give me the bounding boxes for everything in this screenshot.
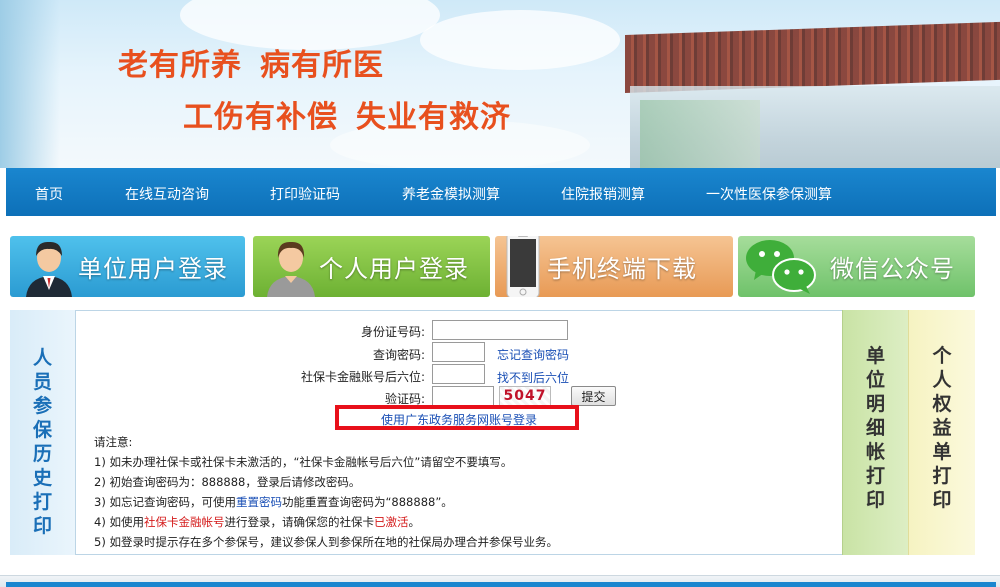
notice-text: 功能重置查询密码为“888888”。 <box>281 495 453 509</box>
query-password-input[interactable] <box>432 342 485 362</box>
user-avatar-casual-icon <box>267 241 315 297</box>
side-char: 保 <box>32 419 52 441</box>
notice-text: 进行登录，请确保您的社保卡 <box>224 515 374 529</box>
side-char: 个 <box>932 345 952 367</box>
side-char: 位 <box>865 369 885 391</box>
card-digits-input[interactable] <box>432 364 485 384</box>
mobile-phone-icon <box>506 236 540 297</box>
id-number-label: 身份证号码: <box>360 325 425 339</box>
side-char: 明 <box>865 393 885 415</box>
notice-title: 请注意: <box>94 435 133 449</box>
side-button-history-print[interactable]: 人 员 参 保 历 史 打 印 <box>10 310 76 555</box>
nav-item-print-code[interactable]: 打印验证码 <box>270 184 340 204</box>
banner-left-fade <box>0 0 60 168</box>
main-nav: 首页 在线互动咨询 打印验证码 养老金模拟测算 住院报销测算 一次性医保参保测算 <box>6 168 996 216</box>
user-avatar-suit-icon <box>26 241 72 297</box>
side-char: 帐 <box>865 441 885 463</box>
side-label: 个 人 权 益 单 打 印 <box>909 344 975 512</box>
side-char: 权 <box>932 393 952 415</box>
tile-label: 单位用户登录 <box>78 255 228 283</box>
side-char: 人 <box>32 347 52 369</box>
card-digits-label: 社保卡金融账号后六位: <box>300 370 425 384</box>
nav-item-online-consult[interactable]: 在线互动咨询 <box>125 184 209 204</box>
side-char: 印 <box>932 489 952 511</box>
highlight-box <box>335 405 579 430</box>
side-char: 印 <box>32 515 52 537</box>
notice-text: 4) 如使用 <box>94 515 144 529</box>
banner-cloud <box>420 10 620 70</box>
notice-highlight: 社保卡金融帐号 <box>143 515 225 529</box>
side-char: 员 <box>32 371 52 393</box>
side-char: 人 <box>932 369 952 391</box>
slogan-line-2: 工伤有补偿 失业有救济 <box>183 92 511 136</box>
nav-item-hospital-calc[interactable]: 住院报销测算 <box>561 184 645 204</box>
banner-hall-photo-detail <box>640 100 760 168</box>
side-char: 单 <box>932 441 952 463</box>
tile-label: 微信公众号 <box>830 255 955 283</box>
slogan-text: 病有所医 <box>260 48 384 83</box>
side-char: 打 <box>932 465 952 487</box>
tile-wechat[interactable]: 微信公众号 <box>738 236 975 297</box>
side-char: 打 <box>865 465 885 487</box>
tile-mobile-download[interactable]: 手机终端下载 <box>495 236 733 297</box>
notice-item: 3) 如忘记查询密码，可使用重置密码功能重置查询密码为“888888”。 <box>94 492 558 512</box>
nav-item-medical-calc[interactable]: 一次性医保参保测算 <box>706 184 832 204</box>
slogan-text: 失业有救济 <box>356 100 511 135</box>
side-button-personal-rights-print[interactable]: 个 人 权 益 单 打 印 <box>908 310 975 555</box>
reset-password-link[interactable]: 重置密码 <box>236 495 282 509</box>
slogan-text: 老有所养 <box>118 48 242 83</box>
id-number-input[interactable] <box>432 320 568 340</box>
captcha-image[interactable]: 5047 <box>499 386 551 406</box>
slogan-line-1: 老有所养 病有所医 <box>118 40 384 84</box>
nav-item-pension-calc[interactable]: 养老金模拟测算 <box>402 184 500 204</box>
side-char: 参 <box>32 395 52 417</box>
notice-text: 3) 如忘记查询密码，可使用 <box>94 495 236 509</box>
submit-button[interactable]: 提交 <box>571 386 616 406</box>
banner-led-screen <box>625 21 1000 93</box>
side-char: 单 <box>865 345 885 367</box>
slogan-text: 工伤有补偿 <box>183 100 338 135</box>
footer-bar <box>0 575 1000 587</box>
notice-item: 2) 初始查询密码为：888888，登录后请修改密码。 <box>94 475 361 489</box>
side-char: 细 <box>865 417 885 439</box>
side-char: 益 <box>932 417 952 439</box>
card-digits-not-found-link[interactable]: 找不到后六位 <box>497 369 569 386</box>
query-password-label: 查询密码: <box>372 348 425 362</box>
tile-unit-login[interactable]: 单位用户登录 <box>10 236 245 297</box>
tile-personal-login[interactable]: 个人用户登录 <box>253 236 490 297</box>
side-char: 史 <box>32 467 52 489</box>
side-label: 单 位 明 细 帐 打 印 <box>843 344 908 512</box>
side-char: 打 <box>32 491 52 513</box>
forgot-password-link[interactable]: 忘记查询密码 <box>497 346 569 363</box>
captcha-input[interactable] <box>432 386 494 406</box>
side-char: 印 <box>865 489 885 511</box>
side-char: 历 <box>32 443 52 465</box>
footer-strip <box>6 582 996 587</box>
notice-text: 。 <box>408 515 420 529</box>
tile-label: 手机终端下载 <box>547 255 697 283</box>
notice-item: 5) 如登录时提示存在多个参保号，建议参保人到参保所在地的社保局办理合并参保号业… <box>94 535 558 549</box>
side-label: 人 员 参 保 历 史 打 印 <box>10 346 75 538</box>
notice-section: 请注意: 1) 如未办理社保卡或社保卡未激活的，“社保卡金融帐号后六位”请留空不… <box>94 432 558 552</box>
side-button-unit-detail-print[interactable]: 单 位 明 细 帐 打 印 <box>842 310 908 555</box>
notice-item: 4) 如使用社保卡金融帐号进行登录，请确保您的社保卡已激活。 <box>94 512 558 532</box>
nav-item-home[interactable]: 首页 <box>35 184 63 204</box>
notice-item: 1) 如未办理社保卡或社保卡未激活的，“社保卡金融帐号后六位”请留空不要填写。 <box>94 455 513 469</box>
tile-label: 个人用户登录 <box>319 255 469 283</box>
header-banner: 老有所养 病有所医 工伤有补偿 失业有救济 <box>0 0 1000 168</box>
wechat-icon <box>746 240 816 294</box>
notice-highlight: 已激活 <box>373 515 409 529</box>
